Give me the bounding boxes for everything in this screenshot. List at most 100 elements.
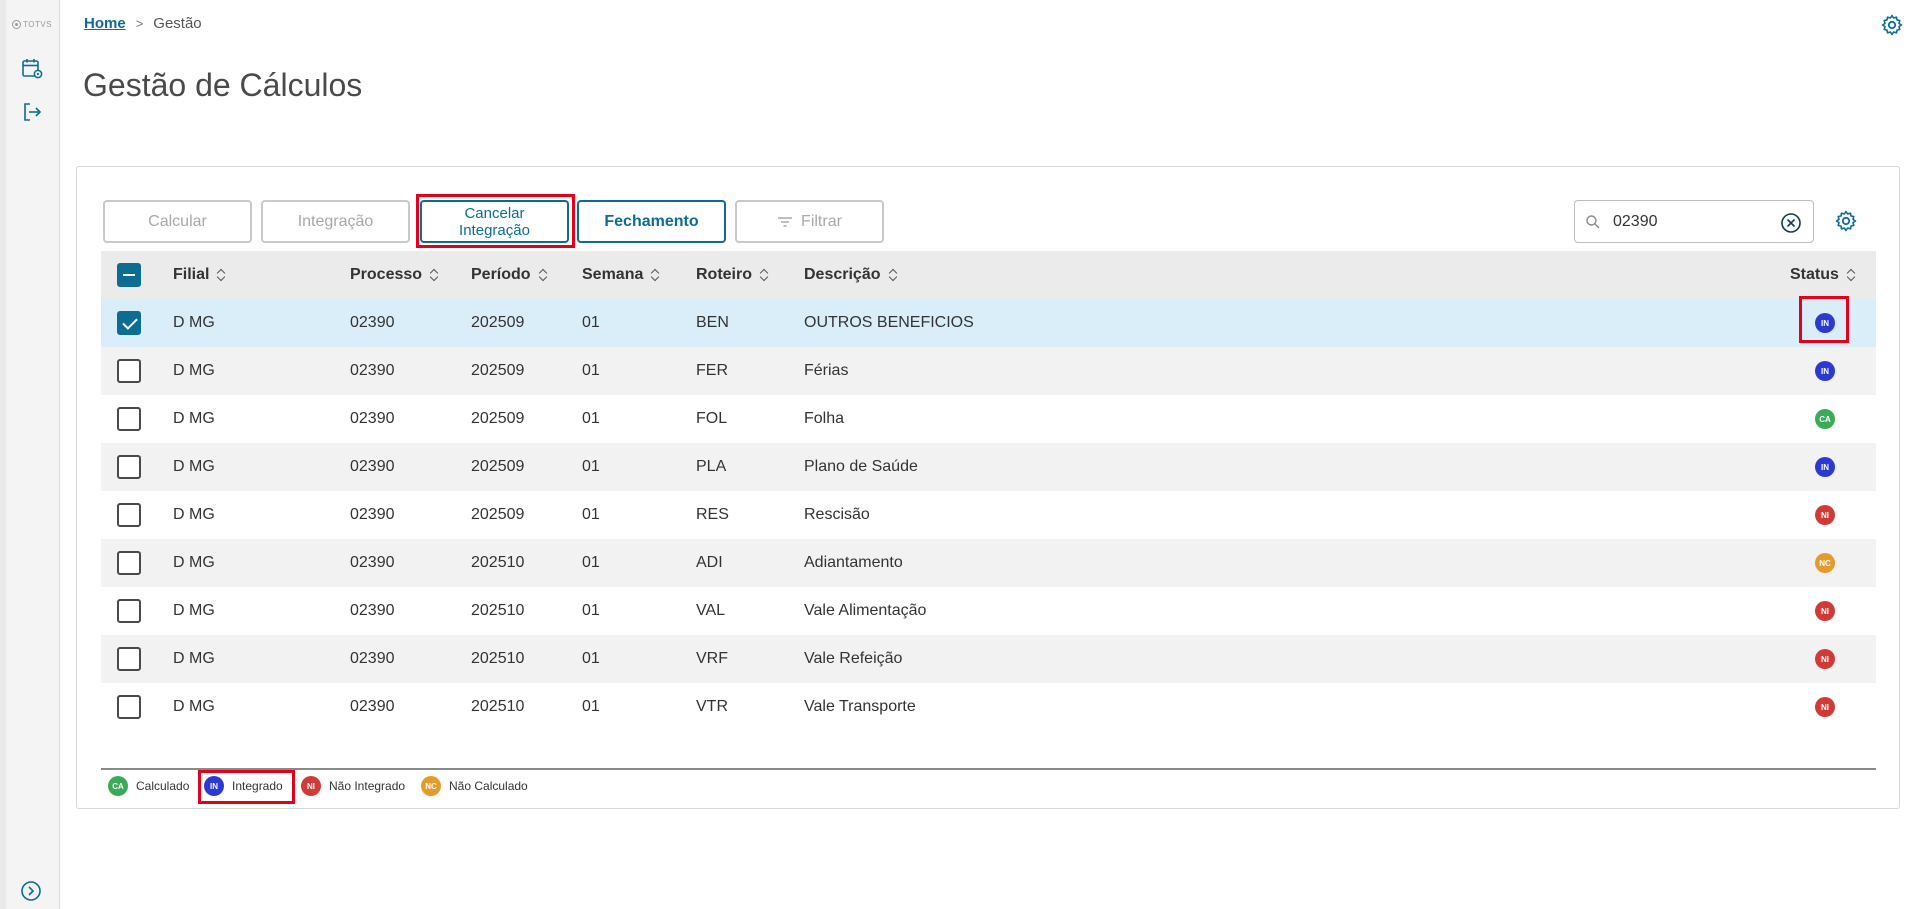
- filtrar-button[interactable]: Filtrar: [735, 200, 884, 243]
- header-roteiro[interactable]: Roteiro: [696, 251, 769, 299]
- cell-status: IN: [1815, 347, 1835, 395]
- cell-processo: 02390: [350, 602, 395, 619]
- cell-periodo: 202509: [471, 362, 525, 379]
- search-input[interactable]: [1613, 209, 1773, 235]
- row-select-cell: [117, 683, 141, 731]
- legend-badge: NI: [301, 776, 321, 796]
- sort-icon: [218, 268, 226, 282]
- cell-roteiro: ADI: [696, 554, 723, 571]
- cell-status: CA: [1815, 395, 1835, 443]
- table-row[interactable]: D MG 02390 202509 01 RES Rescisão NI: [101, 491, 1876, 539]
- cell-semana: 01: [582, 650, 600, 667]
- row-checkbox[interactable]: [117, 311, 141, 335]
- cell-roteiro: VTR: [696, 698, 728, 715]
- row-checkbox[interactable]: [117, 359, 141, 383]
- header-status[interactable]: Status: [1790, 251, 1856, 299]
- header-semana[interactable]: Semana: [582, 251, 660, 299]
- cell-processo: 02390: [350, 362, 395, 379]
- table-row[interactable]: D MG 02390 202509 01 PLA Plano de Saúde IN: [101, 443, 1876, 491]
- cell-semana: 01: [582, 602, 600, 619]
- totvs-logo: TOTVS: [12, 20, 52, 29]
- cell-periodo: 202509: [471, 458, 525, 475]
- header-descricao[interactable]: Descrição: [804, 251, 898, 299]
- logo-icon: [12, 20, 21, 29]
- cell-status: IN: [1815, 443, 1835, 491]
- fechamento-button[interactable]: Fechamento: [577, 200, 726, 243]
- status-badge: IN: [1815, 361, 1835, 381]
- row-checkbox[interactable]: [117, 503, 141, 527]
- table-row[interactable]: D MG 02390 202510 01 VTR Vale Transporte NI: [101, 683, 1876, 731]
- select-all-checkbox[interactable]: [117, 263, 141, 287]
- table-row[interactable]: D MG 02390 202510 01 VAL Vale Alimentação NI: [101, 587, 1876, 635]
- table-row[interactable]: D MG 02390 202510 01 VRF Vale Refeição NI: [101, 635, 1876, 683]
- table-row[interactable]: D MG 02390 202509 01 FOL Folha CA: [101, 395, 1876, 443]
- row-checkbox[interactable]: [117, 551, 141, 575]
- cell-semana: 01: [582, 458, 600, 475]
- highlight-box-status: [1799, 296, 1849, 343]
- row-checkbox[interactable]: [117, 647, 141, 671]
- cell-status: NC: [1815, 539, 1835, 587]
- table-row[interactable]: D MG 02390 202509 01 BEN OUTROS BENEFICIOS IN: [101, 299, 1876, 347]
- table-row[interactable]: D MG 02390 202509 01 FER Férias IN: [101, 347, 1876, 395]
- cell-semana: 01: [582, 410, 600, 427]
- gear-icon[interactable]: [1880, 13, 1904, 37]
- cell-filial: D MG: [173, 362, 215, 379]
- legend-badge: NC: [421, 776, 441, 796]
- integracao-button[interactable]: Integração: [261, 200, 410, 243]
- cell-descricao: Plano de Saúde: [804, 458, 918, 475]
- cell-status: NI: [1815, 635, 1835, 683]
- filter-icon: [778, 216, 793, 227]
- cell-filial: D MG: [173, 506, 215, 523]
- cell-processo: 02390: [350, 506, 395, 523]
- cell-semana: 01: [582, 362, 600, 379]
- highlight-box-cancelar: [416, 194, 575, 248]
- cell-processo: 02390: [350, 650, 395, 667]
- status-badge: CA: [1815, 409, 1835, 429]
- status-badge: NI: [1815, 601, 1835, 621]
- table-row[interactable]: D MG 02390 202510 01 ADI Adiantamento NC: [101, 539, 1876, 587]
- logout-icon[interactable]: [20, 100, 44, 124]
- cell-descricao: Rescisão: [804, 506, 870, 523]
- cell-filial: D MG: [173, 458, 215, 475]
- row-checkbox[interactable]: [117, 407, 141, 431]
- calcular-button[interactable]: Calcular: [103, 200, 252, 243]
- cell-processo: 02390: [350, 458, 395, 475]
- legend-label: Calculado: [136, 779, 190, 793]
- legend-item-ni: NI Não Integrado: [301, 776, 405, 796]
- status-badge: IN: [1815, 457, 1835, 477]
- table-body: D MG 02390 202509 01 BEN OUTROS BENEFICIOS IN D…: [101, 299, 1876, 731]
- breadcrumb: Home > Gestão: [84, 15, 202, 32]
- sort-icon: [1848, 268, 1856, 282]
- cell-periodo: 202510: [471, 554, 525, 571]
- breadcrumb-current: Gestão: [153, 15, 202, 32]
- highlight-box-legend-integrado: [198, 770, 295, 804]
- cell-filial: D MG: [173, 410, 215, 427]
- row-select-cell: [117, 491, 141, 539]
- breadcrumb-home-link[interactable]: Home: [84, 15, 126, 32]
- header-filial[interactable]: Filial: [173, 251, 226, 299]
- sort-icon: [540, 268, 548, 282]
- row-checkbox[interactable]: [117, 695, 141, 719]
- cell-processo: 02390: [350, 698, 395, 715]
- status-badge: NI: [1815, 697, 1835, 717]
- cell-processo: 02390: [350, 554, 395, 571]
- chevron-right-circle-icon[interactable]: [20, 880, 42, 902]
- header-processo[interactable]: Processo: [350, 251, 439, 299]
- search-icon: [1586, 215, 1600, 229]
- cell-status: NI: [1815, 587, 1835, 635]
- header-periodo[interactable]: Período: [471, 251, 548, 299]
- cell-periodo: 202510: [471, 698, 525, 715]
- cell-descricao: Vale Refeição: [804, 650, 903, 667]
- row-checkbox[interactable]: [117, 455, 141, 479]
- cell-roteiro: RES: [696, 506, 729, 523]
- row-checkbox[interactable]: [117, 599, 141, 623]
- sidebar: TOTVS: [0, 0, 60, 909]
- row-select-cell: [117, 443, 141, 491]
- calendar-settings-icon[interactable]: [20, 56, 44, 80]
- select-all-cell: [117, 251, 141, 299]
- table-settings-icon[interactable]: [1834, 209, 1858, 233]
- calculations-table: Filial Processo Período Semana Roteiro D…: [101, 251, 1876, 731]
- cell-descricao: Folha: [804, 410, 845, 427]
- cell-status: NI: [1815, 491, 1835, 539]
- clear-search-icon[interactable]: [1780, 212, 1802, 234]
